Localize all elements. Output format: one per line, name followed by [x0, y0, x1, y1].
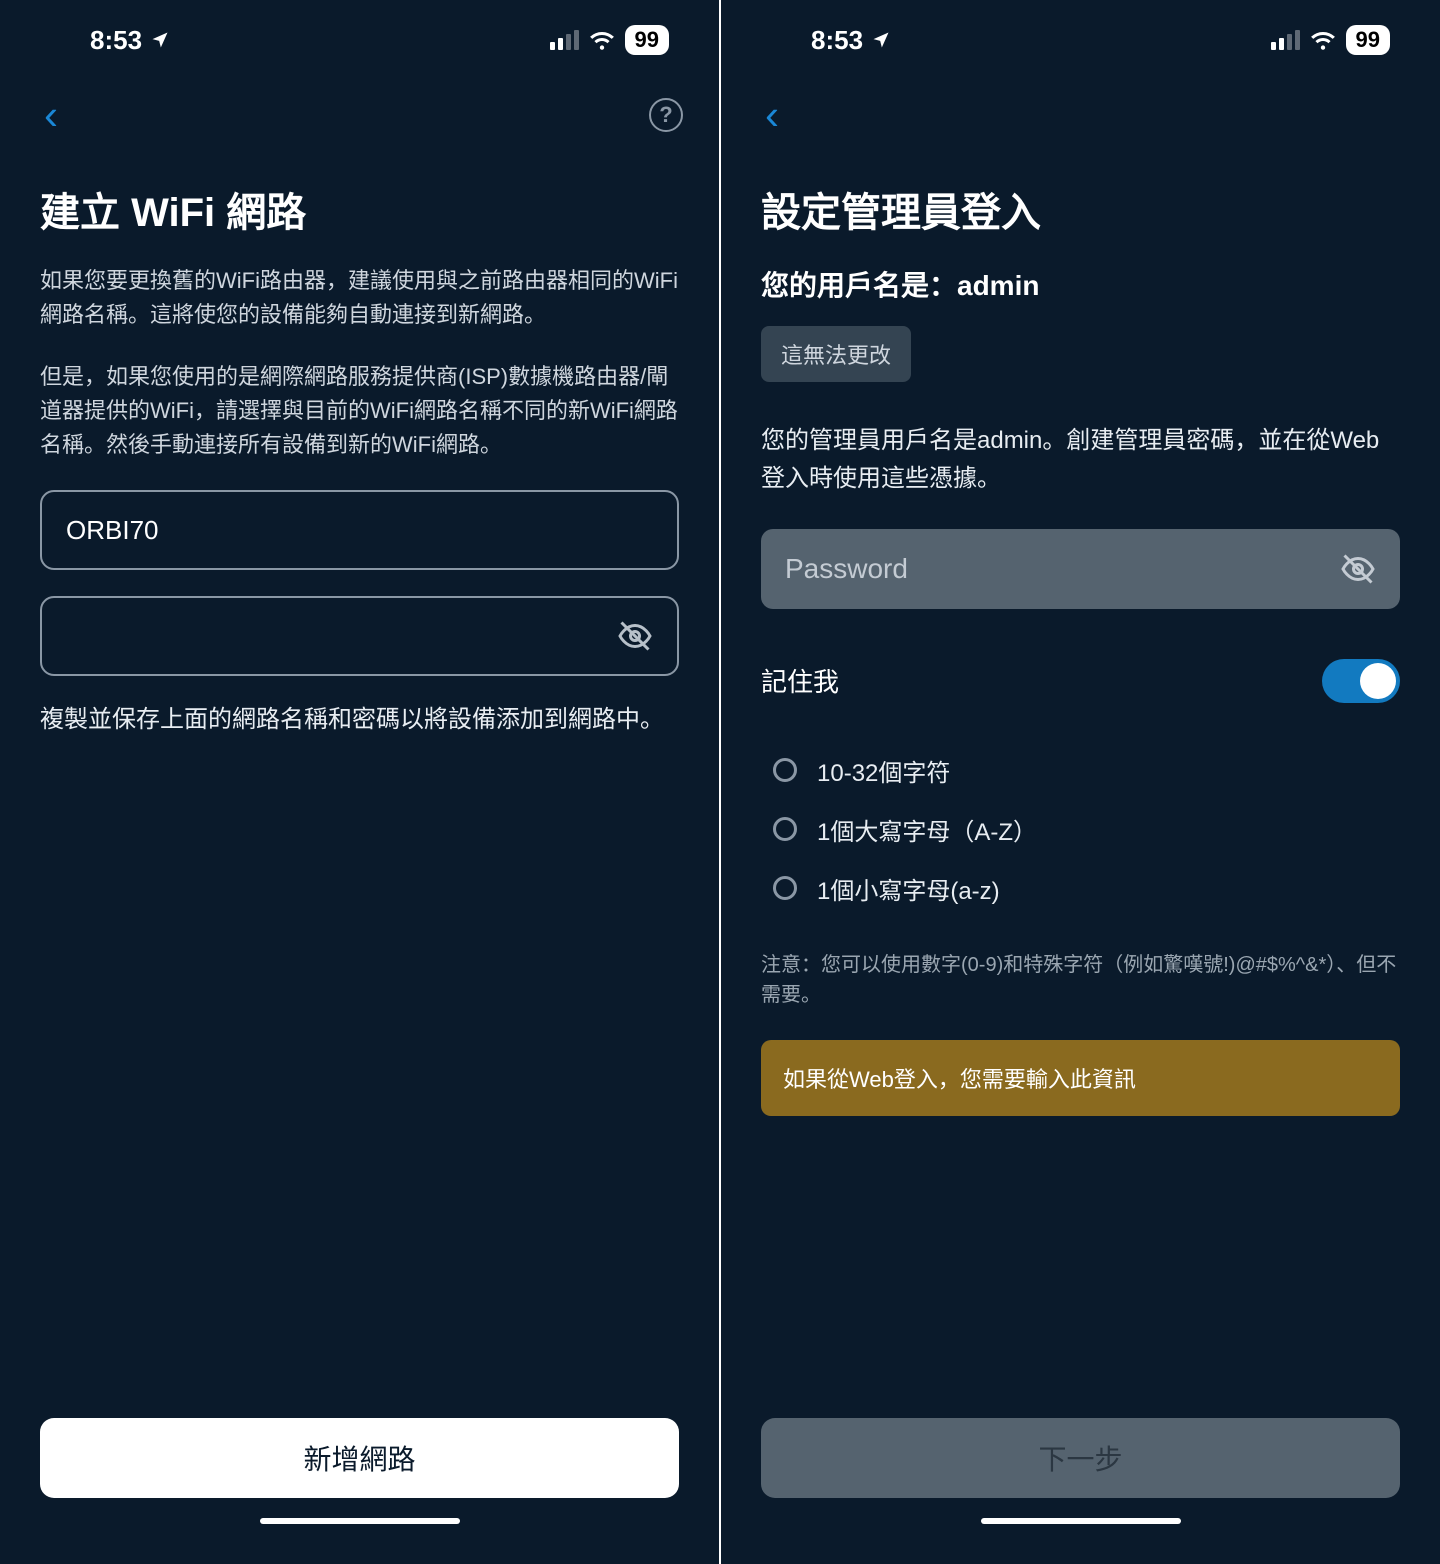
page-title: 建立 WiFi 網路	[40, 180, 679, 238]
rule-unchecked-icon	[773, 817, 797, 841]
instruction-text-2: 但是，如果您使用的是網際網路服務提供商(ISP)數據機路由器/閘道器提供的WiF…	[40, 360, 679, 462]
status-time: 8:53	[90, 25, 142, 56]
battery-indicator: 99	[1346, 25, 1390, 55]
status-bar: 8:53 99	[0, 0, 719, 80]
battery-indicator: 99	[625, 25, 669, 55]
home-indicator[interactable]	[981, 1518, 1181, 1524]
username-label: 您的用戶名是：admin	[761, 264, 1400, 304]
wifi-icon	[1310, 30, 1336, 50]
next-button[interactable]: 下一步	[761, 1418, 1400, 1498]
admin-password-field[interactable]: Password	[761, 529, 1400, 609]
screen-admin-login: 8:53 99 ‹ 設定管理員登入 您的用戶名是：admin 這無法更改 您的管…	[721, 0, 1440, 1564]
home-indicator[interactable]	[260, 1518, 460, 1524]
status-bar: 8:53 99	[721, 0, 1440, 80]
rule-text: 1個小寫字母(a-z)	[817, 871, 1000, 906]
help-button[interactable]: ?	[649, 98, 683, 132]
screen-create-wifi: 8:53 99 ‹ ? 建立 WiFi 網路 如果您要更換舊的WiFi路由器，建…	[0, 0, 719, 1564]
eye-off-icon[interactable]	[617, 618, 653, 654]
page-title: 設定管理員登入	[761, 180, 1400, 238]
password-placeholder: Password	[785, 553, 1340, 585]
rule-item: 1個小寫字母(a-z)	[761, 871, 1400, 906]
nav-bar: ‹	[721, 80, 1440, 150]
back-button[interactable]: ‹	[36, 86, 66, 144]
add-network-button[interactable]: 新增網路	[40, 1418, 679, 1498]
password-hint: 注意：您可以使用數字(0-9)和特殊字符（例如驚嘆號!)@#$%^&*）、但不需…	[761, 950, 1400, 1010]
ssid-input[interactable]	[66, 515, 653, 546]
eye-off-icon[interactable]	[1340, 551, 1376, 587]
cellular-icon	[1271, 30, 1300, 50]
wifi-icon	[589, 30, 615, 50]
remember-me-toggle[interactable]	[1322, 659, 1400, 703]
web-login-banner: 如果從Web登入，您需要輸入此資訊	[761, 1040, 1400, 1116]
rule-item: 10-32個字符	[761, 753, 1400, 788]
ssid-field[interactable]	[40, 490, 679, 570]
instruction-text-1: 如果您要更換舊的WiFi路由器，建議使用與之前路由器相同的WiFi網路名稱。這將…	[40, 264, 679, 332]
wifi-password-field[interactable]	[40, 596, 679, 676]
remember-me-label: 記住我	[761, 662, 839, 699]
location-icon	[871, 30, 891, 50]
remember-me-row: 記住我	[761, 659, 1400, 703]
rule-text: 1個大寫字母（A-Z）	[817, 812, 1037, 847]
copy-note: 複製並保存上面的網路名稱和密碼以將設備添加到網路中。	[40, 702, 679, 738]
rule-unchecked-icon	[773, 876, 797, 900]
nav-bar: ‹ ?	[0, 80, 719, 150]
rule-item: 1個大寫字母（A-Z）	[761, 812, 1400, 847]
location-icon	[150, 30, 170, 50]
admin-description: 您的管理員用戶名是admin。創建管理員密碼，並在從Web登入時使用這些憑據。	[761, 422, 1400, 499]
rule-text: 10-32個字符	[817, 753, 950, 788]
back-button[interactable]: ‹	[757, 86, 787, 144]
readonly-chip: 這無法更改	[761, 326, 911, 382]
rule-unchecked-icon	[773, 758, 797, 782]
status-time: 8:53	[811, 25, 863, 56]
wifi-password-input[interactable]	[66, 621, 617, 652]
cellular-icon	[550, 30, 579, 50]
